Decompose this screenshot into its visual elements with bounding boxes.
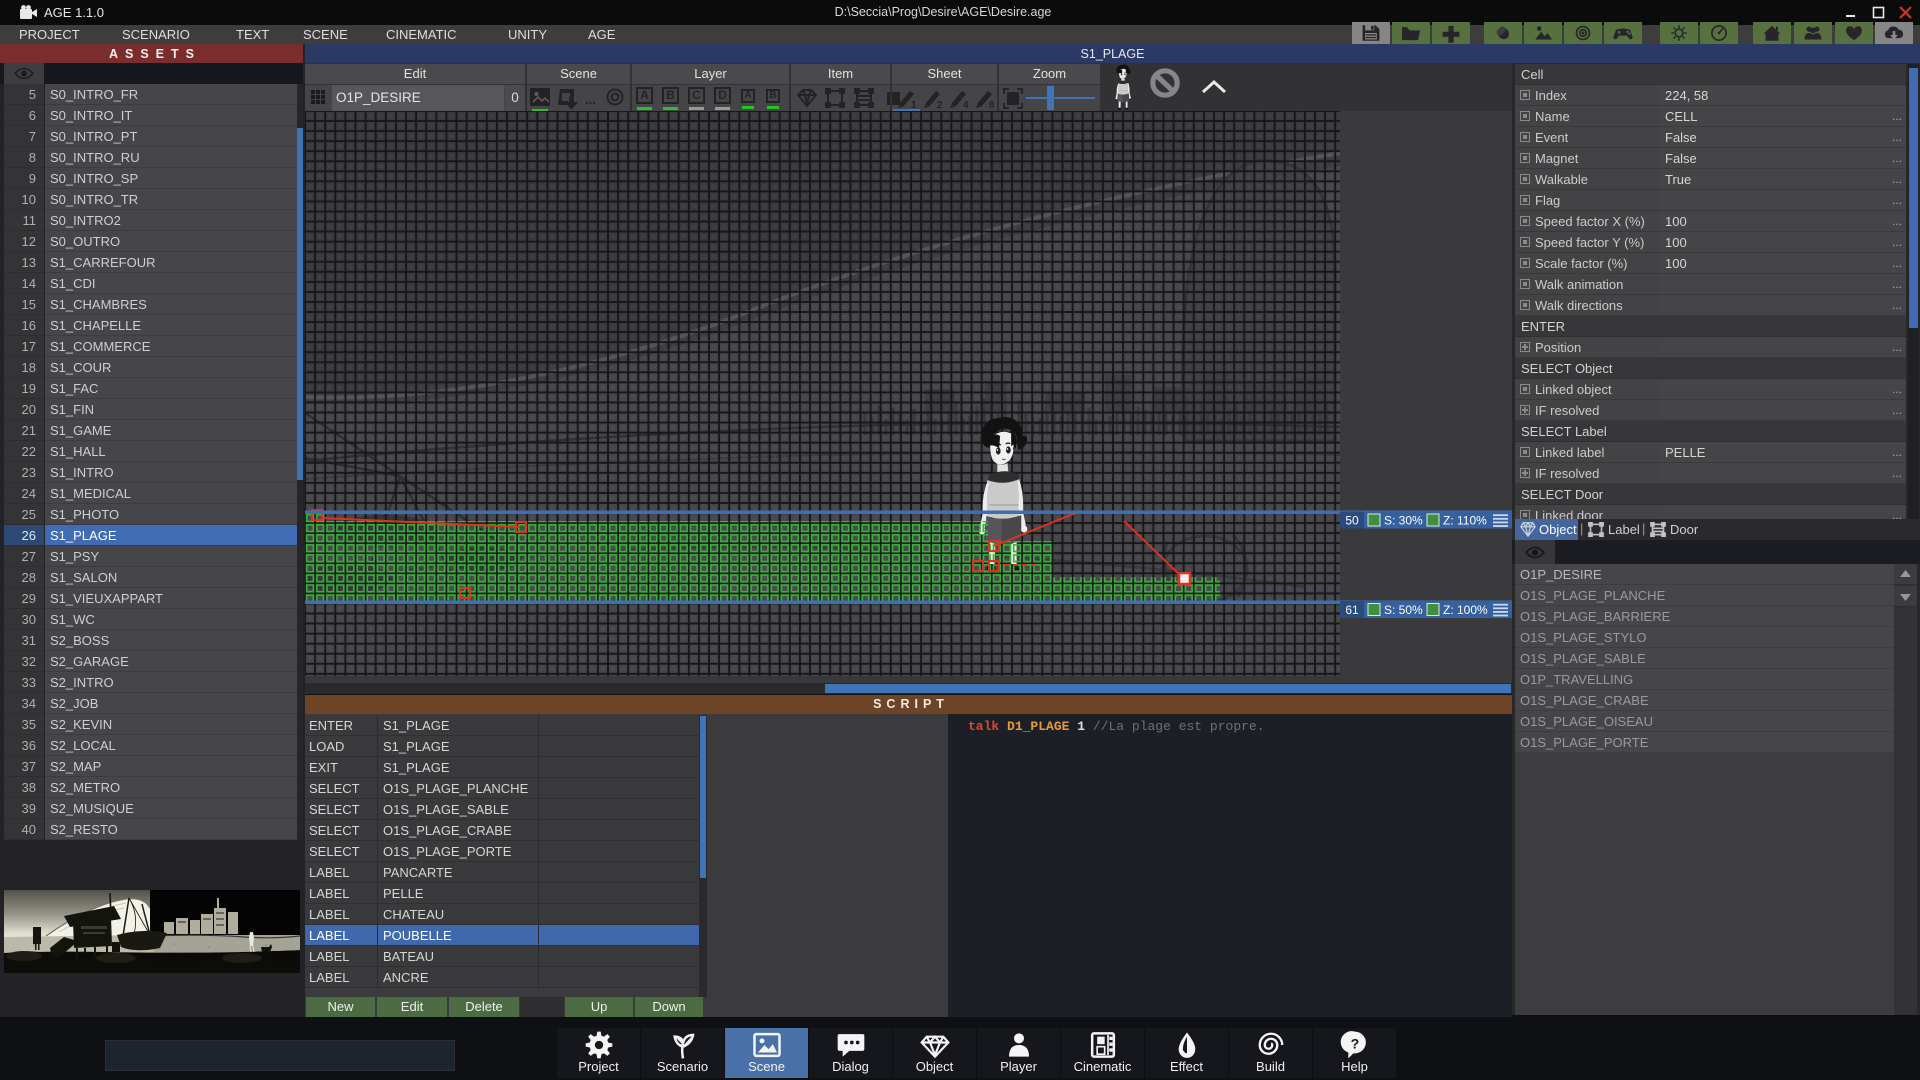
svg-text:S: 30%: S: 30%	[1384, 514, 1423, 528]
svg-text:S: 50%: S: 50%	[1384, 603, 1423, 617]
svg-text:Z: 110%: Z: 110%	[1443, 514, 1487, 528]
svg-text:4: 4	[963, 100, 969, 111]
svg-text:61: 61	[1345, 603, 1359, 617]
svg-text:2: 2	[937, 100, 943, 111]
svg-text:...: ...	[585, 92, 596, 107]
svg-text:50: 50	[1345, 514, 1359, 528]
svg-text:8: 8	[989, 100, 995, 111]
svg-text:?: ?	[1351, 1036, 1360, 1052]
svg-text:Z: 100%: Z: 100%	[1443, 603, 1488, 617]
